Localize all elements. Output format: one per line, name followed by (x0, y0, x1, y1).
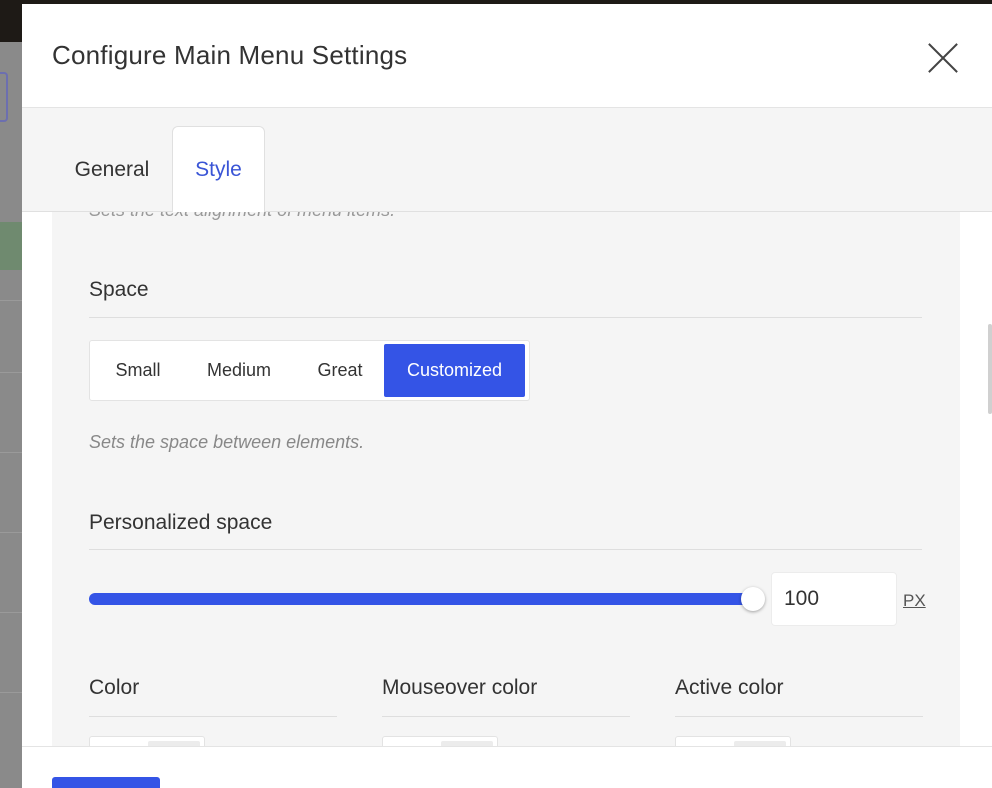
modal-header: Configure Main Menu Settings (22, 4, 992, 108)
backdrop-element (0, 222, 22, 270)
active-color-picker[interactable] (675, 736, 791, 746)
space-divider (89, 317, 922, 318)
color-picker[interactable] (89, 736, 205, 746)
tab-bar: General Style (22, 108, 992, 213)
personalized-space-title: Personalized space (89, 511, 273, 534)
modal-content: Sets the text alignment of menu items. S… (22, 212, 992, 746)
space-option-medium[interactable]: Medium (182, 344, 296, 397)
space-title: Space (89, 278, 149, 301)
space-value-input[interactable] (772, 573, 896, 625)
backdrop-divider (0, 300, 22, 301)
color-label: Color (89, 676, 140, 699)
close-icon[interactable] (925, 40, 961, 76)
backdrop-divider (0, 692, 22, 693)
mouseover-color-label: Mouseover color (382, 676, 538, 699)
space-hint: Sets the space between elements. (89, 432, 365, 452)
tab-general[interactable]: General (52, 126, 172, 213)
settings-modal: Configure Main Menu Settings General Sty… (22, 4, 992, 788)
space-option-great[interactable]: Great (296, 344, 384, 397)
mouseover-color-field: Mouseover color (382, 676, 630, 717)
active-color-field: Active color (675, 676, 923, 717)
save-button[interactable] (52, 777, 160, 788)
modal-footer (22, 746, 992, 788)
space-option-small[interactable]: Small (94, 344, 182, 397)
backdrop-divider (0, 612, 22, 613)
style-panel: Sets the text alignment of menu items. S… (52, 212, 960, 746)
backdrop-divider (0, 452, 22, 453)
color-divider (89, 716, 337, 717)
modal-title: Configure Main Menu Settings (52, 40, 408, 70)
active-color-label: Active color (675, 676, 784, 699)
backdrop-element (0, 72, 8, 122)
color-field: Color (89, 676, 337, 717)
tab-style[interactable]: Style (172, 126, 265, 213)
space-slider-handle[interactable] (741, 587, 765, 611)
backdrop-divider (0, 372, 22, 373)
content-scrollbar[interactable] (988, 324, 992, 414)
mouseover-color-divider (382, 716, 630, 717)
space-segmented-control: Small Medium Great Customized (89, 340, 530, 401)
personalized-space-divider (89, 549, 922, 550)
space-option-customized[interactable]: Customized (384, 344, 525, 397)
backdrop-divider (0, 532, 22, 533)
active-color-divider (675, 716, 923, 717)
alignment-hint: Sets the text alignment of menu items. (89, 212, 395, 221)
space-slider-track[interactable] (89, 593, 759, 605)
unit-toggle[interactable]: PX (903, 591, 926, 611)
mouseover-color-picker[interactable] (382, 736, 498, 746)
